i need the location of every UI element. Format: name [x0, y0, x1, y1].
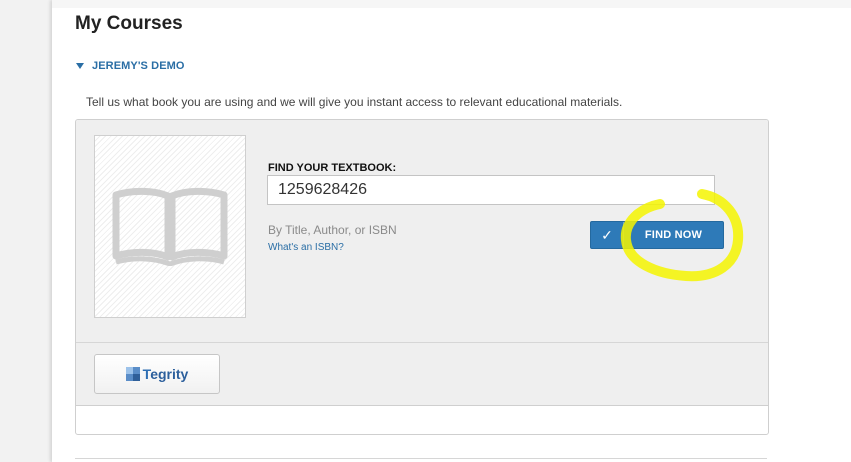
- tegrity-button[interactable]: Tegrity: [94, 354, 220, 394]
- course-toggle[interactable]: JEREMY'S DEMO: [76, 60, 185, 72]
- caret-down-icon: [76, 63, 84, 69]
- whats-isbn-link[interactable]: What's an ISBN?: [268, 242, 344, 253]
- check-icon: ✓: [591, 222, 624, 248]
- top-strip: [52, 0, 851, 8]
- textbook-finder-panel: FIND YOUR TEXTBOOK: By Title, Author, or…: [76, 120, 768, 343]
- find-textbook-label: FIND YOUR TEXTBOOK:: [268, 162, 397, 174]
- tegrity-logo-icon: [125, 367, 140, 381]
- find-now-label: FIND NOW: [644, 229, 703, 241]
- find-now-button[interactable]: ✓ FIND NOW: [590, 221, 724, 249]
- book-placeholder: [94, 135, 246, 318]
- tegrity-wordmark: Tegrity: [142, 366, 189, 382]
- main-content: My Courses JEREMY'S DEMO Tell us what bo…: [52, 0, 851, 462]
- book-icon: [112, 187, 228, 266]
- search-hint: By Title, Author, or ISBN: [268, 223, 397, 237]
- textbook-search-input[interactable]: [267, 175, 715, 205]
- course-name: JEREMY'S DEMO: [92, 60, 185, 72]
- divider: [75, 458, 767, 459]
- page-title: My Courses: [75, 13, 183, 34]
- intro-text: Tell us what book you are using and we w…: [86, 95, 623, 109]
- tools-row: Tegrity: [76, 343, 768, 406]
- textbook-card: FIND YOUR TEXTBOOK: By Title, Author, or…: [75, 119, 769, 435]
